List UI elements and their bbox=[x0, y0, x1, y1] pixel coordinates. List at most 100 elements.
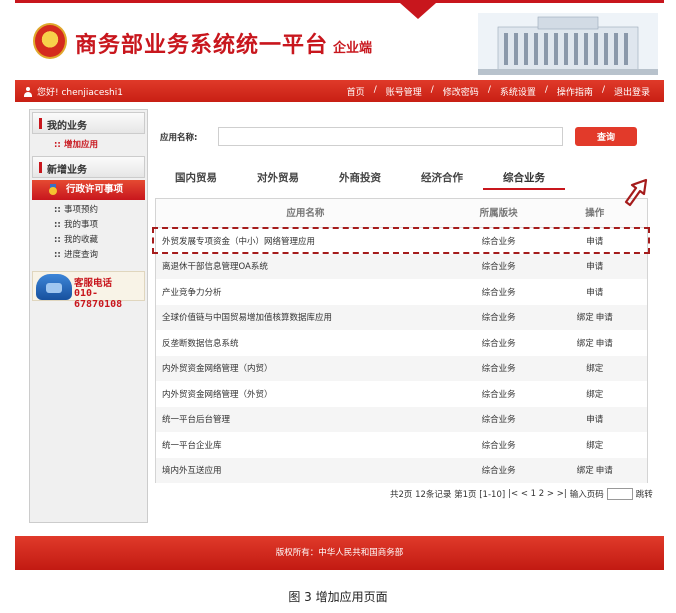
sidebar-item-my-matters[interactable]: 我的事项 bbox=[30, 218, 147, 233]
nav-link-account[interactable]: 账号管理 bbox=[386, 85, 422, 98]
table-row: 境内外互送应用 综合业务 绑定 申请 bbox=[156, 457, 647, 483]
bind-link[interactable]: 绑定 bbox=[586, 364, 603, 374]
app-name-cell: 统一平台后台管理 bbox=[162, 415, 231, 426]
tab-foreign-trade[interactable]: 对外贸易 bbox=[237, 166, 319, 190]
tab-foreign-investment[interactable]: 外商投资 bbox=[319, 166, 401, 190]
sidebar-item-favorites[interactable]: 我的收藏 bbox=[30, 233, 147, 248]
sidebar-item-progress[interactable]: 进度查询 bbox=[30, 248, 147, 263]
apply-link[interactable]: 申请 bbox=[596, 313, 613, 323]
operation-cell: 绑定 bbox=[542, 439, 647, 451]
app-name-cell: 内外贸资金网络管理（内贸） bbox=[162, 364, 273, 375]
sidebar-item-admin-license-label: 行政许可事项 bbox=[66, 184, 124, 195]
section-cell: 综合业务 bbox=[481, 440, 516, 451]
app-name-cell: 内外贸资金网络管理（外贸） bbox=[162, 389, 273, 400]
sidebar-item-add-app[interactable]: 增加应用 bbox=[30, 138, 147, 153]
app-name-cell: 全球价值链与中国贸易增加值核算数据库应用 bbox=[162, 313, 333, 324]
copyright-text: 版权所有：中华人民共和国商务部 bbox=[275, 548, 404, 558]
apply-link[interactable]: 申请 bbox=[586, 288, 603, 298]
sidebar-section-my-business[interactable]: 我的业务 bbox=[32, 112, 145, 134]
search-button[interactable]: 查询 bbox=[575, 127, 637, 146]
operation-cell: 绑定 bbox=[542, 388, 647, 400]
section-cell: 综合业务 bbox=[481, 389, 516, 400]
section-cell: 综合业务 bbox=[481, 313, 516, 324]
operation-cell: 申请 bbox=[542, 260, 647, 272]
apply-link[interactable]: 申请 bbox=[586, 237, 603, 247]
pager-summary: 共2页 12条记录 第1页 [1-10] bbox=[390, 490, 506, 500]
apply-link[interactable]: 申请 bbox=[586, 262, 603, 272]
service-label: 客服电话 bbox=[74, 278, 113, 289]
app-name-cell: 外贸发展专项资金（中小）网络管理应用 bbox=[162, 236, 316, 247]
top-nav-bar: 您好! chenjiaceshi1 首页 / 账号管理 / 修改密码 / 系统设… bbox=[15, 80, 664, 102]
pager-jump-link[interactable]: 跳转 bbox=[636, 488, 653, 500]
operation-cell: 绑定 bbox=[542, 362, 647, 374]
app-name-cell: 产业竞争力分析 bbox=[162, 287, 222, 298]
pager-nav[interactable]: |< < 1 2 > >| bbox=[508, 489, 567, 499]
bind-link[interactable]: 绑定 bbox=[577, 313, 594, 323]
tab-domestic-trade[interactable]: 国内贸易 bbox=[155, 166, 237, 190]
bind-link[interactable]: 绑定 bbox=[577, 466, 594, 476]
section-cell: 综合业务 bbox=[481, 236, 516, 247]
nav-link-home[interactable]: 首页 bbox=[347, 85, 365, 98]
operation-cell: 绑定 申请 bbox=[542, 311, 647, 323]
app-name-cell: 境内外互送应用 bbox=[162, 466, 222, 477]
tab-economic-cooperation[interactable]: 经济合作 bbox=[401, 166, 483, 190]
sidebar-section-new-business[interactable]: 新增业务 bbox=[32, 156, 145, 178]
operation-cell: 绑定 申请 bbox=[542, 337, 647, 349]
section-cell: 综合业务 bbox=[481, 262, 516, 273]
table-row: 反垄断数据信息系统 综合业务 绑定 申请 bbox=[156, 330, 647, 356]
apply-link[interactable]: 申请 bbox=[586, 415, 603, 425]
bind-link[interactable]: 绑定 bbox=[577, 339, 594, 349]
table-row: 产业竞争力分析 综合业务 申请 bbox=[156, 279, 647, 305]
user-icon bbox=[23, 86, 33, 97]
table-row: 外贸发展专项资金（中小）网络管理应用 综合业务 申请 bbox=[156, 228, 647, 254]
section-cell: 综合业务 bbox=[481, 415, 516, 426]
site-header: 商务部业务系统统一平台 企业端 bbox=[15, 0, 664, 80]
operation-cell: 绑定 申请 bbox=[542, 464, 647, 476]
app-name-search-input[interactable] bbox=[218, 127, 563, 146]
page-number-input[interactable] bbox=[606, 488, 633, 500]
table-row: 离退休干部信息管理OA系统 综合业务 申请 bbox=[156, 253, 647, 279]
nav-link-change-password[interactable]: 修改密码 bbox=[443, 85, 479, 98]
bind-link[interactable]: 绑定 bbox=[586, 441, 603, 451]
site-title: 商务部业务系统统一平台 bbox=[75, 32, 329, 58]
phone-icon bbox=[36, 274, 72, 300]
section-cell: 综合业务 bbox=[481, 466, 516, 477]
nav-link-logout[interactable]: 退出登录 bbox=[614, 85, 650, 98]
nav-link-settings[interactable]: 系统设置 bbox=[500, 85, 536, 98]
sidebar-item-admin-license[interactable]: 行政许可事项 bbox=[32, 180, 145, 200]
apply-link[interactable]: 申请 bbox=[596, 339, 613, 349]
tab-comprehensive[interactable]: 综合业务 bbox=[483, 166, 565, 190]
operation-cell: 申请 bbox=[542, 235, 647, 247]
operation-cell: 申请 bbox=[542, 413, 647, 425]
user-greeting: 您好! chenjiaceshi1 bbox=[23, 85, 123, 98]
search-label: 应用名称: bbox=[160, 132, 198, 143]
table-row: 内外贸资金网络管理（内贸） 综合业务 绑定 bbox=[156, 355, 647, 381]
building-image bbox=[478, 13, 658, 75]
nav-link-guide[interactable]: 操作指南 bbox=[557, 85, 593, 98]
category-tabs: 国内贸易 对外贸易 外商投资 经济合作 综合业务 bbox=[155, 166, 648, 190]
app-table: 应用名称 所属版块 操作 外贸发展专项资金（中小）网络管理应用 综合业务 申请 离退休… bbox=[155, 198, 648, 483]
site-subtitle: 企业端 bbox=[333, 41, 373, 56]
pointer-arrow-icon bbox=[624, 178, 648, 207]
pager-goto-label: 输入页码 bbox=[569, 490, 604, 500]
table-row: 全球价值链与中国贸易增加值核算数据库应用 综合业务 绑定 申请 bbox=[156, 304, 647, 330]
search-row: 应用名称: bbox=[160, 127, 563, 146]
app-name-cell: 离退休干部信息管理OA系统 bbox=[162, 262, 268, 273]
header-decoration bbox=[400, 3, 436, 19]
apply-link[interactable]: 申请 bbox=[596, 466, 613, 476]
table-row: 统一平台后台管理 综合业务 申请 bbox=[156, 406, 647, 432]
section-cell: 综合业务 bbox=[481, 338, 516, 349]
nav-links: 首页 / 账号管理 / 修改密码 / 系统设置 / 操作指南 / 退出登录 bbox=[346, 85, 650, 98]
app-name-cell: 统一平台企业库 bbox=[162, 440, 222, 451]
customer-service: 客服电话 010-67870108 bbox=[32, 271, 145, 310]
table-body: 外贸发展专项资金（中小）网络管理应用 综合业务 申请 离退休干部信息管理OA系统 综合业… bbox=[156, 228, 647, 483]
site-footer: 版权所有：中华人民共和国商务部 bbox=[15, 536, 664, 570]
header-section: 所属版块 bbox=[479, 208, 518, 219]
sidebar-item-appointment[interactable]: 事项预约 bbox=[30, 203, 147, 218]
figure-caption: 图 3 增加应用页面 bbox=[288, 590, 388, 604]
table-row: 内外贸资金网络管理（外贸） 综合业务 绑定 bbox=[156, 381, 647, 407]
header-app-name: 应用名称 bbox=[286, 208, 325, 219]
bind-link[interactable]: 绑定 bbox=[586, 390, 603, 400]
sidebar: 我的业务 增加应用 新增业务 行政许可事项 事项预约 我的事项 我的收藏 进度查… bbox=[29, 109, 148, 523]
app-name-cell: 反垄断数据信息系统 bbox=[162, 338, 239, 349]
